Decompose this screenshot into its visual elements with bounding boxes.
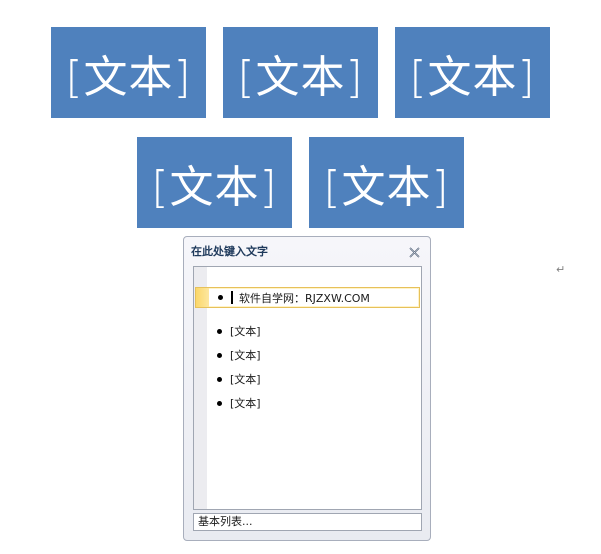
smartart-shape-4[interactable]: [文本] [137,137,292,228]
paragraph-mark: ↵ [556,263,566,276]
text-cursor [231,291,233,304]
bullet-icon [217,352,222,358]
smartart-shape-2[interactable]: [文本] [223,27,378,118]
selection-gutter-highlight [196,288,209,307]
text-pane-title: 在此处键入文字 [191,245,268,258]
bullet-icon [217,400,222,406]
close-x-icon[interactable] [409,247,420,258]
smartart-shape-3[interactable]: [文本] [395,27,550,118]
list-item-4[interactable]: [文本] [217,369,261,389]
text-pane-list[interactable]: 软件自学网：RJZXW.COM [文本] [文本] [文本] [文本] [193,266,422,510]
bullet-icon [217,328,222,334]
bullet-icon [218,295,223,300]
list-item-5[interactable]: [文本] [217,393,261,413]
smartart-shape-1[interactable]: [文本] [51,27,206,118]
list-item-text[interactable]: [文本] [230,395,261,411]
list-item-text[interactable]: [文本] [230,347,261,363]
smartart-text-pane: 在此处键入文字 软件自学网：RJZXW.COM [文本] [文本] [文本] [… [183,236,431,541]
smartart-shape-5[interactable]: [文本] [309,137,464,228]
list-item-3[interactable]: [文本] [217,345,261,365]
list-item-1[interactable]: 软件自学网：RJZXW.COM [195,287,420,308]
list-item-text[interactable]: [文本] [230,371,261,387]
bullet-icon [217,376,222,382]
list-item-2[interactable]: [文本] [217,321,261,341]
layout-name-link[interactable]: 基本列表... [193,513,422,531]
list-item-text[interactable]: 软件自学网：RJZXW.COM [239,290,370,306]
list-item-text[interactable]: [文本] [230,323,261,339]
